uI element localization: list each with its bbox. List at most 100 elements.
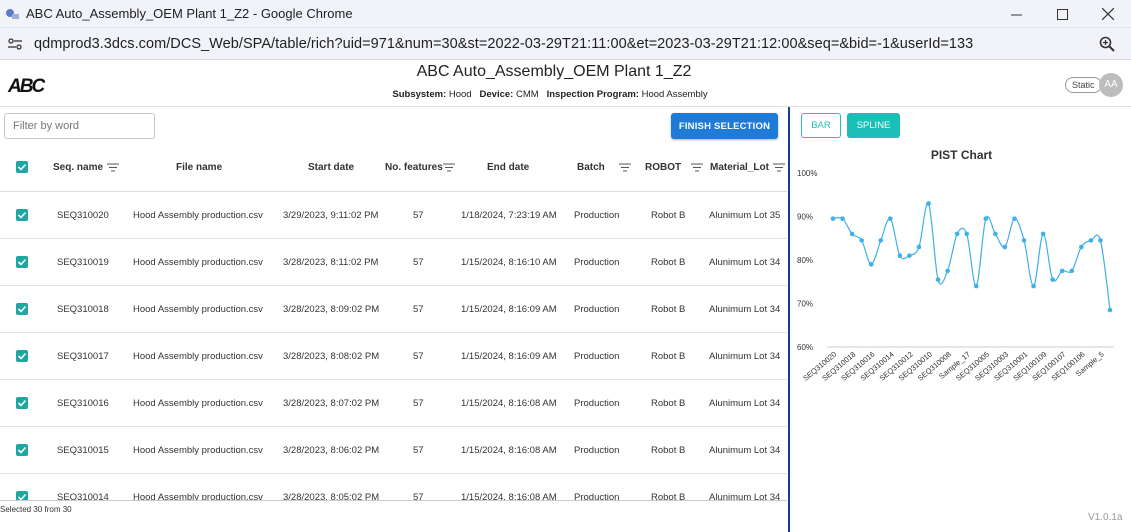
column-label: Batch bbox=[577, 162, 605, 173]
check-icon bbox=[17, 446, 27, 454]
subsystem-value: Hood bbox=[448, 89, 472, 100]
cell-batch: Production bbox=[574, 351, 620, 362]
row-checkbox[interactable] bbox=[16, 444, 28, 456]
bar-chart-button[interactable]: BAR bbox=[801, 113, 841, 138]
table-row[interactable]: SEQ310018 Hood Assembly production.csv 3/2… bbox=[0, 286, 787, 333]
filter-icon[interactable] bbox=[442, 163, 455, 172]
data-point bbox=[878, 238, 884, 243]
row-checkbox[interactable] bbox=[16, 397, 28, 409]
cell-robot: Robot B bbox=[651, 492, 686, 500]
column-label: ROBOT bbox=[645, 162, 682, 173]
table-row[interactable]: SEQ310015 Hood Assembly production.csv 3/2… bbox=[0, 427, 787, 474]
cell-start: 3/28/2023, 8:08:02 PM bbox=[283, 351, 380, 362]
row-checkbox[interactable] bbox=[16, 256, 28, 268]
y-tick-label: 100% bbox=[797, 169, 817, 178]
cell-seq: SEQ310018 bbox=[57, 304, 109, 315]
table-row[interactable]: SEQ310014 Hood Assembly production.csv 3/2… bbox=[0, 474, 787, 500]
cell-lot: Alunimum Lot 34 bbox=[709, 351, 781, 362]
column-label: Material_Lot bbox=[710, 162, 769, 173]
url-text[interactable]: qdmprod3.3dcs.com/DCS_Web/SPA/table/rich… bbox=[34, 36, 973, 52]
data-point bbox=[964, 231, 970, 237]
sequence-table: Seq. name File name Start date No. featu… bbox=[0, 144, 787, 500]
data-point bbox=[868, 262, 874, 267]
cell-robot: Robot B bbox=[651, 210, 686, 221]
column-header-lot[interactable]: Material_Lot bbox=[710, 162, 785, 173]
cell-batch: Production bbox=[574, 492, 620, 500]
data-point bbox=[1021, 238, 1027, 243]
y-tick-label: 90% bbox=[797, 213, 813, 222]
avatar[interactable]: AA bbox=[1099, 73, 1123, 97]
row-checkbox[interactable] bbox=[16, 303, 28, 315]
maximize-icon bbox=[1056, 8, 1068, 20]
column-header-features[interactable]: No. features bbox=[385, 162, 455, 173]
cell-lot: Alunimum Lot 34 bbox=[709, 445, 781, 456]
column-header-start[interactable]: Start date bbox=[308, 162, 354, 173]
minimize-button[interactable] bbox=[993, 0, 1039, 28]
cell-features: 57 bbox=[413, 492, 424, 500]
close-icon bbox=[1102, 8, 1114, 20]
pist-chart: PIST Chart 60% 70% 80% 90% 100% SEQ310020 SEQ31… bbox=[791, 143, 1128, 405]
subsystem-label: Subsystem: bbox=[392, 89, 447, 100]
row-checkbox[interactable] bbox=[16, 209, 28, 221]
selection-count: Selected 30 from 30 bbox=[0, 505, 72, 514]
version-label: V1.0.1a bbox=[1088, 512, 1123, 523]
row-checkbox[interactable] bbox=[16, 491, 28, 500]
cell-end: 1/15/2024, 8:16:10 AM bbox=[461, 257, 557, 268]
filter-input[interactable] bbox=[4, 113, 155, 139]
maximize-button[interactable] bbox=[1039, 0, 1085, 28]
column-header-file[interactable]: File name bbox=[176, 162, 222, 173]
cell-features: 57 bbox=[413, 351, 424, 362]
table-row[interactable]: SEQ310017 Hood Assembly production.csv 3/2… bbox=[0, 333, 787, 380]
cell-start: 3/29/2023, 9:11:02 PM bbox=[283, 210, 379, 221]
column-header-seq[interactable]: Seq. name bbox=[53, 162, 120, 173]
table-row[interactable]: SEQ310020 Hood Assembly production.csv 3/2… bbox=[0, 192, 787, 239]
check-icon bbox=[17, 305, 27, 313]
finish-selection-button[interactable]: FINISH SELECTION bbox=[671, 113, 778, 139]
column-header-batch[interactable]: Batch bbox=[577, 162, 631, 173]
data-point bbox=[830, 216, 836, 221]
filter-icon[interactable] bbox=[691, 163, 704, 172]
device-label: Device: bbox=[479, 89, 514, 100]
table-row[interactable]: SEQ310016 Hood Assembly production.csv 3/2… bbox=[0, 380, 787, 427]
cell-robot: Robot B bbox=[651, 257, 686, 268]
address-bar[interactable]: qdmprod3.3dcs.com/DCS_Web/SPA/table/rich… bbox=[0, 28, 1131, 60]
cell-batch: Production bbox=[574, 445, 620, 456]
cell-start: 3/28/2023, 8:06:02 PM bbox=[283, 445, 380, 456]
row-checkbox[interactable] bbox=[16, 350, 28, 362]
table-header: Seq. name File name Start date No. featu… bbox=[0, 144, 787, 192]
filter-icon[interactable] bbox=[618, 163, 631, 172]
close-button[interactable] bbox=[1085, 0, 1131, 28]
site-settings-icon[interactable] bbox=[8, 37, 24, 50]
cell-end: 1/15/2024, 8:16:08 AM bbox=[461, 398, 557, 409]
data-point bbox=[1059, 268, 1065, 274]
panel-divider[interactable] bbox=[788, 107, 790, 532]
pist-chart-svg: PIST Chart60%70%80%90%100%SEQ310020SEQ31… bbox=[797, 148, 1114, 383]
context-info: Subsystem: Hood Device: CMM Inspection P… bbox=[0, 89, 1100, 100]
data-point bbox=[888, 216, 893, 221]
filter-icon[interactable] bbox=[107, 163, 120, 172]
cell-start: 3/28/2023, 8:09:02 PM bbox=[283, 304, 380, 315]
window-title: ABC Auto_Assembly_OEM Plant 1_Z2 - Googl… bbox=[26, 6, 353, 21]
check-icon bbox=[17, 399, 27, 407]
zoom-icon[interactable] bbox=[1099, 36, 1115, 57]
cell-end: 1/15/2024, 8:16:08 AM bbox=[461, 445, 557, 456]
data-point bbox=[1069, 268, 1075, 274]
column-label: End date bbox=[487, 162, 530, 173]
table-row[interactable]: SEQ310019 Hood Assembly production.csv 3/2… bbox=[0, 239, 787, 286]
app-icon bbox=[6, 8, 19, 19]
select-all-checkbox[interactable] bbox=[16, 161, 28, 173]
filter-icon[interactable] bbox=[772, 163, 785, 172]
data-point bbox=[907, 253, 912, 258]
spline-chart-button[interactable]: SPLINE bbox=[847, 113, 900, 138]
check-icon bbox=[17, 352, 27, 360]
data-point bbox=[1012, 216, 1017, 221]
cell-file: Hood Assembly production.csv bbox=[133, 398, 263, 409]
cell-start: 3/28/2023, 8:07:02 PM bbox=[283, 398, 380, 409]
data-point bbox=[859, 238, 864, 243]
column-label: Seq. name bbox=[53, 162, 104, 173]
data-point bbox=[954, 231, 960, 237]
data-point bbox=[1050, 277, 1055, 282]
column-header-robot[interactable]: ROBOT bbox=[645, 162, 704, 173]
column-header-end[interactable]: End date bbox=[487, 162, 529, 173]
cell-end: 1/15/2024, 8:16:09 AM bbox=[461, 304, 557, 315]
